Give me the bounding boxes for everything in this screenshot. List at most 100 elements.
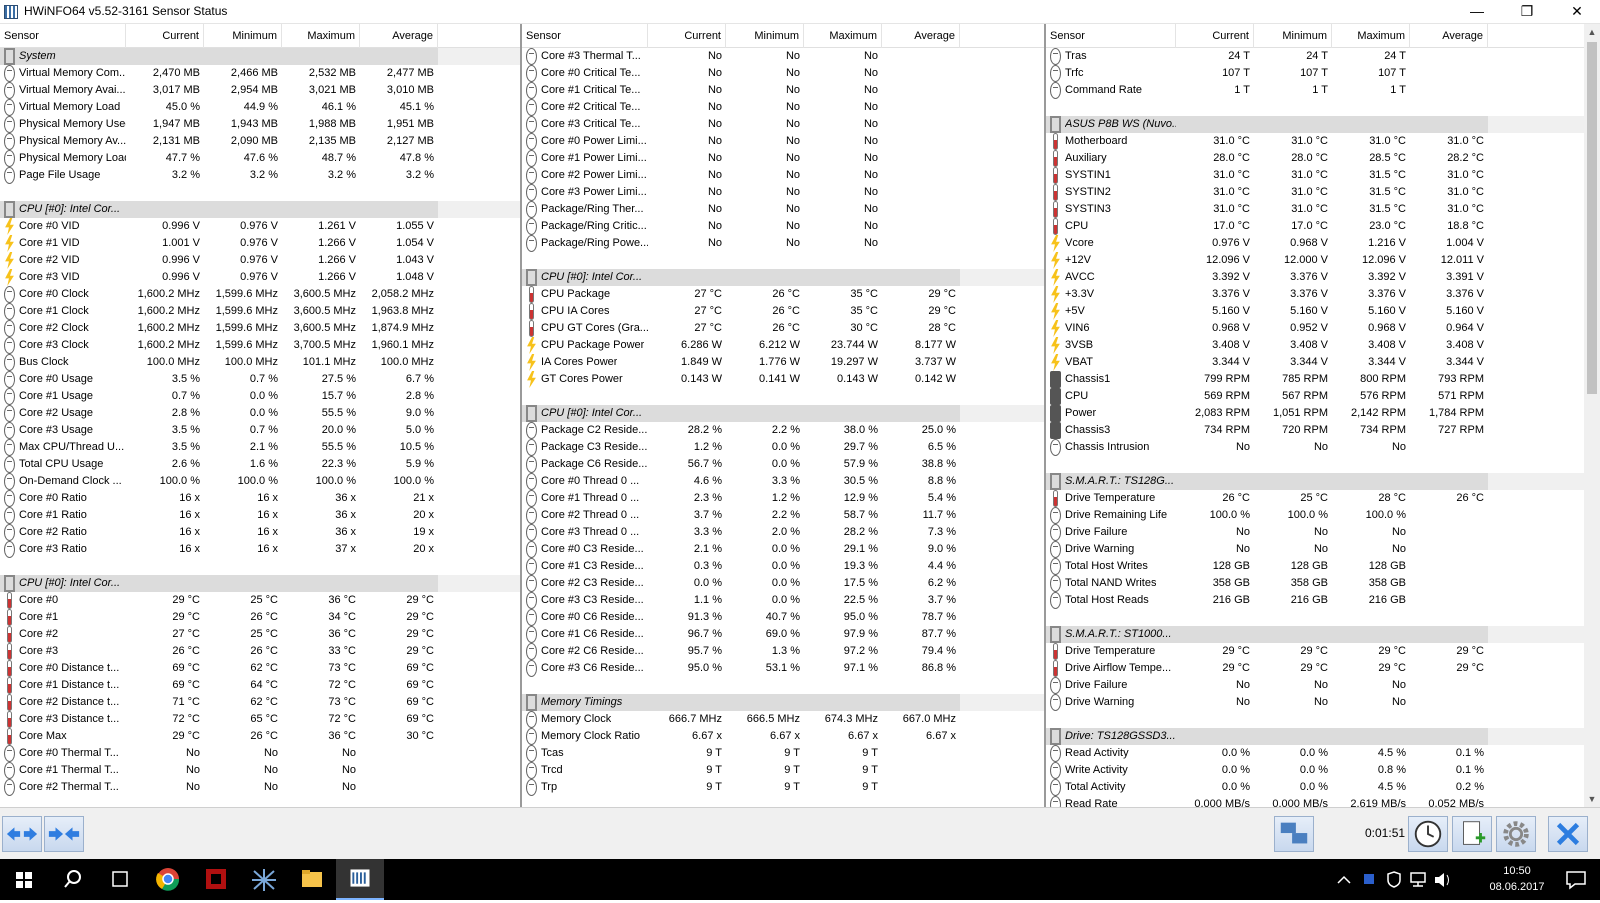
sensor-group-header[interactable]: S.M.A.R.T.: TS128G... [1046, 473, 1584, 490]
sensor-row[interactable]: Core #0 Power Limi... No No No [522, 133, 1044, 150]
sensor-row[interactable]: IA Cores Power 1.849 W 1.776 W 19.297 W 3.73… [522, 354, 1044, 371]
sensor-row[interactable]: Core #1 Power Limi... No No No [522, 150, 1044, 167]
sensor-row[interactable]: Core #0 Thread 0 ... 4.6 % 3.3 % 30.5 % 8.8 … [522, 473, 1044, 490]
sensor-row[interactable]: Core #3 Critical Te... No No No [522, 116, 1044, 133]
column-header-sensor[interactable]: Sensor [1046, 24, 1176, 48]
sensor-row[interactable]: +12V 12.096 V 12.000 V 12.096 V 12.011 V [1046, 252, 1584, 269]
sensor-row[interactable]: Tcas 9 T 9 T 9 T [522, 745, 1044, 762]
sensor-row[interactable]: Core #2 VID 0.996 V 0.976 V 1.266 V 1.043 V [0, 252, 520, 269]
sensor-row[interactable]: Physical Memory Av... 2,131 MB 2,090 MB 2,1… [0, 133, 520, 150]
sensor-row[interactable]: Core #2 C3 Reside... 0.0 % 0.0 % 17.5 % 6.2 … [522, 575, 1044, 592]
maximize-button[interactable]: ❐ [1504, 0, 1550, 24]
sensor-row[interactable]: VBAT 3.344 V 3.344 V 3.344 V 3.344 V [1046, 354, 1584, 371]
taskbar-clock[interactable]: 10:50 08.06.2017 [1485, 863, 1549, 895]
sensor-row[interactable]: Core #0 C3 Reside... 2.1 % 0.0 % 29.1 % 9.0 … [522, 541, 1044, 558]
tray-overflow[interactable] [1330, 859, 1358, 900]
expand-columns-button[interactable] [2, 816, 42, 852]
sensor-row[interactable]: Virtual Memory Avai... 3,017 MB 2,954 MB 3,… [0, 82, 520, 99]
search-button[interactable] [48, 859, 96, 900]
sensor-row[interactable]: Package/Ring Ther... No No No [522, 201, 1044, 218]
column-header-sensor[interactable]: Sensor [522, 24, 648, 48]
sensor-row[interactable]: Drive Warning No No No [1046, 694, 1584, 711]
tray-app[interactable] [1358, 859, 1382, 900]
column-header-average[interactable]: Average [882, 24, 960, 48]
sensor-row[interactable]: Core #2 Thermal T... No No No [0, 779, 520, 796]
sensor-row[interactable]: Core #1 Clock 1,600.2 MHz 1,599.6 MHz 3,600… [0, 303, 520, 320]
column-header-current[interactable]: Current [1176, 24, 1254, 48]
sensor-row[interactable]: Bus Clock 100.0 MHz 100.0 MHz 101.1 MHz 100.… [0, 354, 520, 371]
sensor-row[interactable]: CPU Package Power 6.286 W 6.212 W 23.744 W 8… [522, 337, 1044, 354]
sensor-row[interactable]: Physical Memory Load 47.7 % 47.6 % 48.7 % 47… [0, 150, 520, 167]
sensor-row[interactable]: Core #3 Power Limi... No No No [522, 184, 1044, 201]
sensor-group-header[interactable]: Memory Timings [522, 694, 1044, 711]
column-header-minimum[interactable]: Minimum [204, 24, 282, 48]
sensor-row[interactable]: Core #0 Thermal T... No No No [0, 745, 520, 762]
network-button[interactable] [1274, 816, 1314, 852]
sensor-row[interactable]: CPU GT Cores (Gra... 27 °C 26 °C 30 °C 28 °C [522, 320, 1044, 337]
sensor-row[interactable]: Core #3 Ratio 16 x 16 x 37 x 20 x [0, 541, 520, 558]
clock-button[interactable] [1408, 816, 1448, 852]
sensor-row[interactable]: Core #0 29 °C 25 °C 36 °C 29 °C [0, 592, 520, 609]
sensor-row[interactable]: 3VSB 3.408 V 3.408 V 3.408 V 3.408 V [1046, 337, 1584, 354]
sensor-row[interactable]: Core Max 29 °C 26 °C 36 °C 30 °C [0, 728, 520, 745]
sensor-row[interactable]: Package C6 Reside... 56.7 % 0.0 % 57.9 % 38.… [522, 456, 1044, 473]
sensor-row[interactable]: Virtual Memory Com... 2,470 MB 2,466 MB 2,5… [0, 65, 520, 82]
sensor-row[interactable]: SYSTIN1 31.0 °C 31.0 °C 31.5 °C 31.0 °C [1046, 167, 1584, 184]
scroll-down-icon[interactable]: ▼ [1584, 791, 1600, 807]
sensor-row[interactable]: SYSTIN2 31.0 °C 31.0 °C 31.5 °C 31.0 °C [1046, 184, 1584, 201]
scrollbar-thumb[interactable] [1587, 42, 1597, 394]
sensor-row[interactable]: Package/Ring Critic... No No No [522, 218, 1044, 235]
task-view-button[interactable] [96, 859, 144, 900]
sensor-row[interactable]: Core #3 Usage 3.5 % 0.7 % 20.0 % 5.0 % [0, 422, 520, 439]
sensor-row[interactable]: AVCC 3.392 V 3.376 V 3.392 V 3.391 V [1046, 269, 1584, 286]
vertical-scrollbar[interactable]: ▲ ▼ [1584, 24, 1600, 807]
column-header-sensor[interactable]: Sensor [0, 24, 126, 48]
sensor-row[interactable]: VIN6 0.968 V 0.952 V 0.968 V 0.964 V [1046, 320, 1584, 337]
sensor-row[interactable]: Core #2 27 °C 25 °C 36 °C 29 °C [0, 626, 520, 643]
sensor-row[interactable]: CPU 569 RPM 567 RPM 576 RPM 571 RPM [1046, 388, 1584, 405]
sensor-row[interactable]: Core #2 Distance t... 71 °C 62 °C 73 °C 69 °… [0, 694, 520, 711]
sensor-row[interactable]: Core #1 VID 1.001 V 0.976 V 1.266 V 1.054 V [0, 235, 520, 252]
sensor-row[interactable]: Core #3 C3 Reside... 1.1 % 0.0 % 22.5 % 3.7 … [522, 592, 1044, 609]
sensor-row[interactable]: Chassis1 799 RPM 785 RPM 800 RPM 793 RPM [1046, 371, 1584, 388]
sensor-row[interactable]: Core #3 C6 Reside... 95.0 % 53.1 % 97.1 % 86… [522, 660, 1044, 677]
sensor-row[interactable]: Core #0 Usage 3.5 % 0.7 % 27.5 % 6.7 % [0, 371, 520, 388]
settings-button[interactable] [1496, 816, 1536, 852]
sensor-row[interactable]: Tras 24 T 24 T 24 T [1046, 48, 1584, 65]
sensor-row[interactable]: Core #2 Clock 1,600.2 MHz 1,599.6 MHz 3,600… [0, 320, 520, 337]
sensor-group-header[interactable]: CPU [#0]: Intel Cor... [522, 269, 1044, 286]
sensor-row[interactable]: Drive Temperature 29 °C 29 °C 29 °C 29 °C [1046, 643, 1584, 660]
sensor-row[interactable]: Trcd 9 T 9 T 9 T [522, 762, 1044, 779]
column-header-current[interactable]: Current [648, 24, 726, 48]
sensor-row[interactable]: Total CPU Usage 2.6 % 1.6 % 22.3 % 5.9 % [0, 456, 520, 473]
sensor-row[interactable]: Core #1 Thread 0 ... 2.3 % 1.2 % 12.9 % 5.4 … [522, 490, 1044, 507]
sensor-row[interactable]: Drive Temperature 26 °C 25 °C 28 °C 26 °C [1046, 490, 1584, 507]
sensor-row[interactable]: Core #0 Critical Te... No No No [522, 65, 1044, 82]
sensor-row[interactable]: Physical Memory Used 1,947 MB 1,943 MB 1,98… [0, 116, 520, 133]
sensor-row[interactable]: Trp 9 T 9 T 9 T [522, 779, 1044, 796]
sensor-row[interactable]: Power 2,083 RPM 1,051 RPM 2,142 RPM 1,784 RP… [1046, 405, 1584, 422]
sensor-row[interactable]: GT Cores Power 0.143 W 0.141 W 0.143 W 0.142… [522, 371, 1044, 388]
sensor-row[interactable]: Chassis3 734 RPM 720 RPM 734 RPM 727 RPM [1046, 422, 1584, 439]
sensor-row[interactable]: Core #1 C6 Reside... 96.7 % 69.0 % 97.9 % 87… [522, 626, 1044, 643]
tray-defender[interactable] [1382, 859, 1406, 900]
sensor-row[interactable]: Memory Clock 666.7 MHz 666.5 MHz 674.3 MHz 6… [522, 711, 1044, 728]
sensor-row[interactable]: Drive Failure No No No [1046, 524, 1584, 541]
sensor-row[interactable]: Read Activity 0.0 % 0.0 % 4.5 % 0.1 % [1046, 745, 1584, 762]
sensor-row[interactable]: Core #3 Thread 0 ... 3.3 % 2.0 % 28.2 % 7.3 … [522, 524, 1044, 541]
taskbar-hwinfo[interactable] [336, 859, 384, 900]
sensor-row[interactable]: Core #0 Ratio 16 x 16 x 36 x 21 x [0, 490, 520, 507]
column-header-maximum[interactable]: Maximum [804, 24, 882, 48]
sensor-row[interactable]: Motherboard 31.0 °C 31.0 °C 31.0 °C 31.0 °C [1046, 133, 1584, 150]
sensor-row[interactable]: Total Host Reads 216 GB 216 GB 216 GB [1046, 592, 1584, 609]
exit-button[interactable] [1548, 816, 1588, 852]
sensor-row[interactable]: SYSTIN3 31.0 °C 31.0 °C 31.5 °C 31.0 °C [1046, 201, 1584, 218]
sensor-row[interactable]: Core #1 C3 Reside... 0.3 % 0.0 % 19.3 % 4.4 … [522, 558, 1044, 575]
sensor-row[interactable]: Vcore 0.976 V 0.968 V 1.216 V 1.004 V [1046, 235, 1584, 252]
start-button[interactable] [0, 859, 48, 900]
sensor-row[interactable]: +3.3V 3.376 V 3.376 V 3.376 V 3.376 V [1046, 286, 1584, 303]
sensor-row[interactable]: Core #3 Clock 1,600.2 MHz 1,599.6 MHz 3,700… [0, 337, 520, 354]
minimize-button[interactable]: — [1454, 0, 1500, 24]
taskbar-chrome[interactable] [144, 859, 192, 900]
sensor-row[interactable]: Core #2 Thread 0 ... 3.7 % 2.2 % 58.7 % 11.7… [522, 507, 1044, 524]
